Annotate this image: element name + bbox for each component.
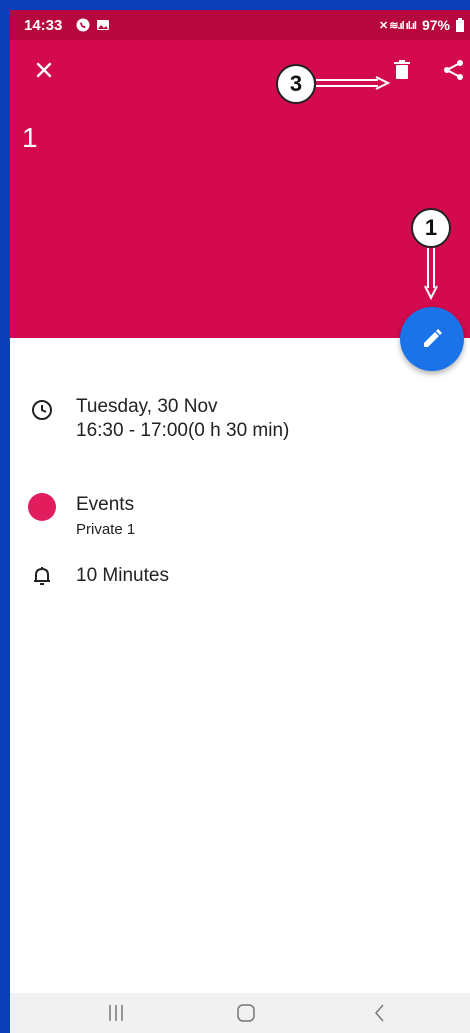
status-notification-icons [76, 18, 110, 32]
signal-icon: ✕ ≋.ıl ıl.ıl [378, 19, 417, 32]
close-button[interactable] [30, 56, 58, 84]
delete-button[interactable] [388, 56, 416, 84]
trash-icon [394, 60, 410, 79]
status-right-icons: ✕ ≋.ıl ıl.ıl 97% [379, 17, 464, 33]
phone-screen: 14:33 ✕ ≋.ıl ıl.ıl 97% 3 1 1 Tuesday, 30… [10, 10, 470, 1033]
event-date: Tuesday, 30 Nov [76, 396, 218, 417]
back-icon[interactable] [368, 1001, 392, 1025]
phone-notification-icon [76, 18, 90, 32]
battery-icon [456, 18, 464, 32]
recent-apps-icon[interactable] [104, 1001, 128, 1025]
status-time: 14:33 [24, 17, 63, 34]
annotation-arrow-down [424, 248, 438, 300]
event-title: 1 [22, 122, 38, 153]
battery-percentage: 97% [421, 17, 450, 33]
reminder-text: 10 Minutes [76, 565, 169, 586]
annotation-marker-3: 3 [276, 64, 316, 104]
share-icon [444, 60, 463, 80]
event-reminder-row: 10 Minutes [10, 562, 470, 592]
status-bar: 14:33 ✕ ≋.ıl ıl.ıl 97% [10, 10, 470, 40]
share-button[interactable] [440, 56, 468, 84]
event-calendar-row: Events Private 1 [10, 490, 470, 550]
calendar-color-dot [28, 493, 56, 521]
event-datetime-row: Tuesday, 30 Nov 16:30 - 17:00(0 h 30 min… [10, 394, 470, 454]
edit-event-button[interactable] [400, 307, 464, 371]
event-header: 14:33 ✕ ≋.ıl ıl.ıl 97% 3 1 1 [10, 10, 470, 338]
close-icon [36, 62, 52, 78]
calendar-name: Events [76, 494, 135, 515]
annotation-arrow-right [316, 76, 390, 90]
pencil-icon [424, 329, 442, 347]
image-notification-icon [97, 20, 109, 30]
calendar-account: Private 1 [76, 521, 136, 538]
system-navigation-bar [10, 993, 470, 1033]
event-time-range: 16:30 - 17:00(0 h 30 min) [76, 420, 290, 441]
home-icon[interactable] [234, 1001, 258, 1025]
annotation-marker-1: 1 [411, 208, 451, 248]
clock-icon [32, 400, 52, 420]
bell-icon [34, 567, 50, 585]
